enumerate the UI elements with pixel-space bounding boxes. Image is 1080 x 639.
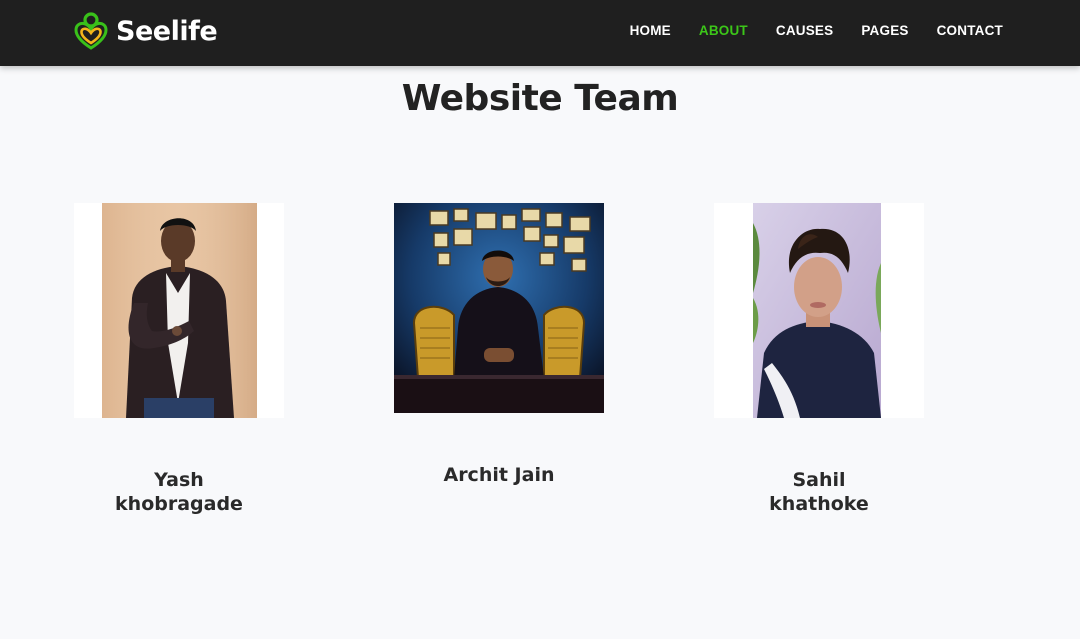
navbar: Seelife HOME ABOUT CAUSES PAGES CONTACT <box>0 0 1080 66</box>
nav-link-contact[interactable]: CONTACT <box>937 23 1003 38</box>
nav-link-pages[interactable]: PAGES <box>861 23 908 38</box>
section-title: Website Team <box>401 78 679 119</box>
member-first-name: Yash <box>154 469 204 491</box>
member-last-name: khobragade <box>115 493 243 515</box>
nav-link-about[interactable]: ABOUT <box>699 23 748 38</box>
team-member-photo-sahil <box>714 203 924 418</box>
nav-item-contact: CONTACT <box>937 22 1003 40</box>
portrait-image <box>74 203 284 418</box>
portrait-image <box>714 203 924 418</box>
team-member-name-archit: Archit Jain <box>389 463 609 487</box>
brand-logo-link[interactable]: Seelife <box>74 12 218 50</box>
member-full-name: Archit Jain <box>443 464 555 486</box>
nav-menu: HOME ABOUT CAUSES PAGES CONTACT <box>630 0 1003 62</box>
nav-item-about: ABOUT <box>699 22 748 40</box>
nav-item-causes: CAUSES <box>776 22 833 40</box>
nav-link-causes[interactable]: CAUSES <box>776 23 833 38</box>
team-member-name-yash: Yash khobragade <box>69 468 289 516</box>
heart-person-icon <box>74 12 108 50</box>
member-last-name: khathoke <box>769 493 869 515</box>
nav-item-pages: PAGES <box>861 22 908 40</box>
nav-item-home: HOME <box>630 22 671 40</box>
member-first-name: Sahil <box>792 469 846 491</box>
portrait-image <box>394 203 604 413</box>
brand-name: Seelife <box>116 15 218 47</box>
team-member-name-sahil: Sahil khathoke <box>709 468 929 516</box>
team-member-photo-archit <box>394 203 604 413</box>
nav-link-home[interactable]: HOME <box>630 23 671 38</box>
team-member-photo-yash <box>74 203 284 418</box>
